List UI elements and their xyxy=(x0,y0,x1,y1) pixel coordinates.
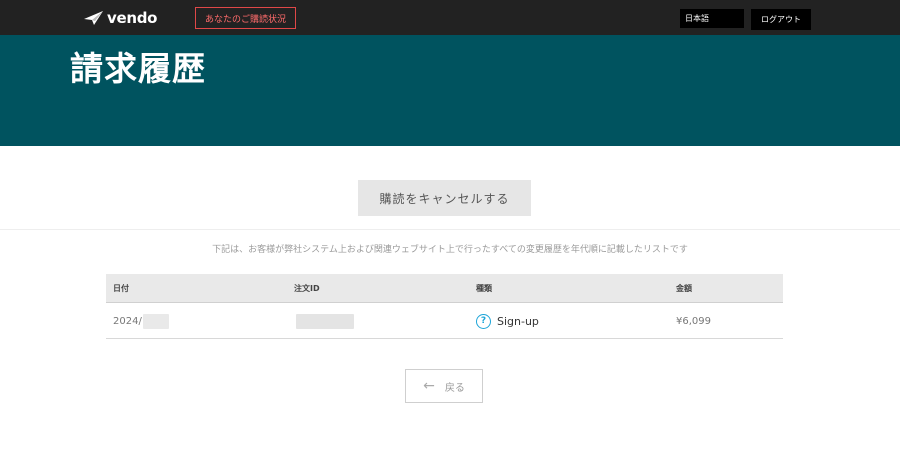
back-button-label: 戻る xyxy=(444,382,465,394)
billing-history-table: 日付 注文ID 種類 金額 2024/ ? Sign-up ¥6,099 xyxy=(106,274,783,339)
top-bar: vendo あなたのご購読状況 日本語 ログアウト xyxy=(0,0,900,35)
table-row: 2024/ ? Sign-up ¥6,099 xyxy=(106,303,783,339)
amount-value: ¥6,099 xyxy=(676,315,711,327)
arrow-left-icon: ← xyxy=(423,378,435,394)
brand-logo[interactable]: vendo xyxy=(84,8,157,28)
question-circle-icon[interactable]: ? xyxy=(476,313,491,329)
table-header: 日付 注文ID 種類 金額 xyxy=(106,274,783,303)
paper-plane-icon xyxy=(84,11,103,25)
column-header-date: 日付 xyxy=(113,284,129,293)
hero-banner: 請求履歴 xyxy=(0,35,900,146)
order-id-cell xyxy=(294,303,354,339)
language-selector[interactable]: 日本語 xyxy=(680,9,744,28)
type-value: Sign-up xyxy=(497,314,539,328)
brand-name: vendo xyxy=(107,9,158,27)
redacted-order-id xyxy=(296,313,354,329)
column-header-type: 種類 xyxy=(476,284,492,293)
column-header-amount: 金額 xyxy=(676,284,692,293)
redacted-date xyxy=(142,313,169,329)
cancel-subscription-button[interactable]: 購読をキャンセルする xyxy=(358,180,531,216)
back-button[interactable]: ← 戻る xyxy=(405,369,483,403)
history-description: 下記は、お客様が弊社システム上および関連ウェブサイト上で行ったすべての変更履歴を… xyxy=(212,245,688,255)
date-cell: 2024/ xyxy=(113,303,169,339)
date-value: 2024/ xyxy=(113,315,142,327)
section-divider xyxy=(0,229,900,230)
subscription-status-link[interactable]: あなたのご購読状況 xyxy=(195,7,296,29)
column-header-order-id: 注文ID xyxy=(294,284,320,293)
page-title: 請求履歴 xyxy=(70,49,206,88)
logout-button[interactable]: ログアウト xyxy=(751,9,811,30)
type-cell: ? Sign-up xyxy=(476,303,539,339)
amount-cell: ¥6,099 xyxy=(676,303,711,339)
